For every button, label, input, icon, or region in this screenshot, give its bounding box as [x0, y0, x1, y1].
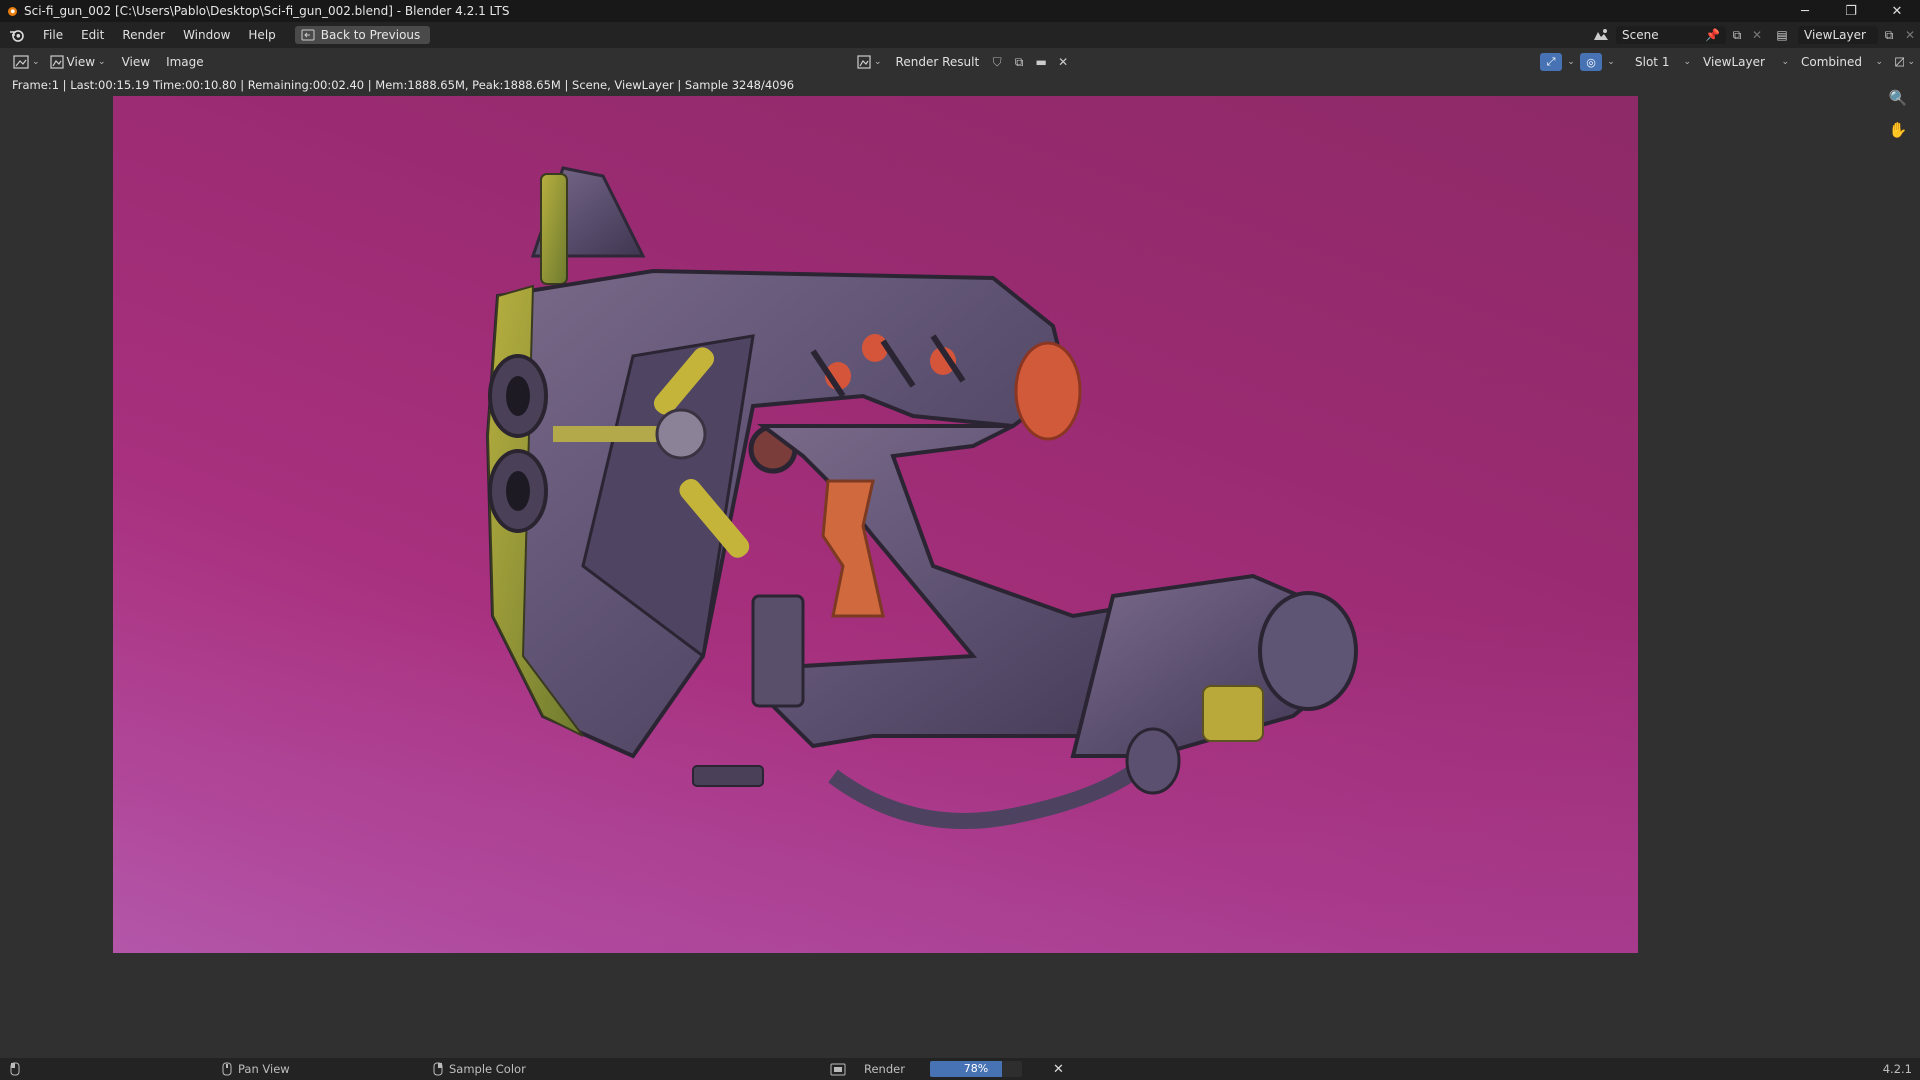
- status-bar: Pan View Sample Color Render 78% ✕ 4.2.1: [0, 1058, 1920, 1080]
- pass-label: Combined: [1801, 55, 1862, 69]
- blender-logo-icon: [8, 7, 17, 16]
- image-browse-icon: [857, 55, 871, 69]
- render-result-image[interactable]: [113, 96, 1638, 953]
- new-scene-icon[interactable]: ⧉: [1726, 28, 1748, 43]
- fake-user-icon[interactable]: ⛉: [988, 55, 1006, 70]
- render-progress-text: 78%: [963, 1062, 989, 1075]
- minimize-button[interactable]: ─: [1782, 0, 1828, 22]
- pan-view-label: Pan View: [238, 1062, 290, 1076]
- scene-name: Scene: [1622, 28, 1659, 42]
- unlink-image-icon[interactable]: ✕: [1054, 55, 1072, 69]
- open-folder-icon[interactable]: ▬: [1032, 55, 1050, 69]
- cancel-render-icon[interactable]: ✕: [1053, 1058, 1064, 1080]
- blender-version: 4.2.1: [1882, 1062, 1912, 1076]
- chevron-down-icon: ⌄: [1875, 57, 1883, 67]
- back-to-previous-label: Back to Previous: [320, 28, 421, 42]
- mouse-middle-icon: [222, 1062, 232, 1076]
- viewlayer-icon[interactable]: ▤: [1766, 28, 1798, 42]
- menu-image[interactable]: Image: [161, 52, 209, 72]
- image-browse-button[interactable]: ⌄: [852, 52, 887, 72]
- chevron-down-icon: ⌄: [1781, 57, 1789, 67]
- overlay-icon[interactable]: ◎: [1580, 53, 1602, 71]
- close-window-button[interactable]: ✕: [1874, 0, 1920, 22]
- chevron-down-icon: ⌄: [1683, 57, 1691, 67]
- new-viewlayer-icon[interactable]: ⧉: [1878, 28, 1900, 43]
- chevron-down-icon: ⌄: [874, 57, 882, 67]
- window-titlebar: Sci-fi_gun_002 [C:\Users\Pablo\Desktop\S…: [0, 0, 1920, 22]
- chevron-down-icon[interactable]: ⌄: [1564, 57, 1578, 67]
- scene-selector[interactable]: Scene 📌: [1616, 26, 1726, 44]
- hand-icon[interactable]: ✋: [1886, 118, 1910, 142]
- layer-dropdown[interactable]: ViewLayer ⌄: [1698, 52, 1794, 72]
- pin-icon[interactable]: 📌: [1705, 28, 1720, 42]
- sci-fi-gun-render: [485, 166, 1358, 829]
- delete-viewlayer-icon[interactable]: ✕: [1900, 28, 1920, 42]
- menu-render[interactable]: Render: [113, 22, 174, 48]
- menu-window[interactable]: Window: [174, 22, 239, 48]
- chevron-down-icon: ⌄: [1907, 57, 1915, 67]
- blender-menu-icon[interactable]: [0, 22, 34, 48]
- slot-label: Slot 1: [1635, 55, 1670, 69]
- menu-help[interactable]: Help: [239, 22, 284, 48]
- render-job-label: Render: [864, 1062, 905, 1076]
- image-editor-header: ⌄ View ⌄ View Image ⌄ Render Result ⛉ ⧉ …: [0, 48, 1920, 76]
- image-name[interactable]: Render Result: [891, 52, 985, 72]
- menu-view[interactable]: View: [117, 52, 155, 72]
- render-status-text: Frame:1 | Last:00:15.19 Time:00:10.80 | …: [12, 78, 795, 92]
- view-mode-label: View: [66, 55, 96, 69]
- render-progress-bar: 78%: [930, 1061, 1022, 1077]
- window-title: Sci-fi_gun_002 [C:\Users\Pablo\Desktop\S…: [24, 4, 510, 18]
- back-to-previous-button[interactable]: Back to Previous: [294, 26, 431, 44]
- pan-view-hint: Pan View: [222, 1058, 290, 1080]
- chevron-down-icon[interactable]: ⌄: [1604, 57, 1618, 67]
- navigation-tools: 🔍 ✋: [1886, 86, 1910, 142]
- chevron-down-icon: ⌄: [98, 57, 106, 67]
- maximize-button[interactable]: ❐: [1828, 0, 1874, 22]
- chevron-down-icon: ⌄: [32, 57, 40, 67]
- image-editor-icon: [13, 55, 29, 69]
- slot-dropdown[interactable]: Slot 1 ⌄: [1630, 52, 1696, 72]
- magnifier-icon[interactable]: 🔍: [1886, 86, 1910, 110]
- mouse-left-icon: [10, 1058, 20, 1080]
- viewlayer-selector[interactable]: ViewLayer: [1798, 26, 1878, 44]
- back-icon: [301, 29, 315, 41]
- display-channels-icon: [1895, 57, 1905, 67]
- render-job: Render: [830, 1058, 905, 1080]
- new-image-icon[interactable]: ⧉: [1010, 55, 1028, 70]
- mouse-right-icon: [433, 1062, 443, 1076]
- pass-dropdown[interactable]: Combined ⌄: [1796, 52, 1888, 72]
- gizmo-icon[interactable]: ⤢: [1540, 53, 1562, 71]
- sample-color-hint: Sample Color: [433, 1058, 526, 1080]
- menu-edit[interactable]: Edit: [72, 22, 113, 48]
- scene-icon[interactable]: [1586, 28, 1616, 42]
- view-mode-icon: [49, 55, 64, 69]
- display-channels-dropdown[interactable]: ⌄: [1890, 52, 1920, 72]
- render-icon: [830, 1063, 846, 1076]
- sample-color-label: Sample Color: [449, 1062, 526, 1076]
- view-mode-dropdown[interactable]: View ⌄: [45, 52, 111, 72]
- menu-file[interactable]: File: [34, 22, 72, 48]
- editor-type-button[interactable]: ⌄: [8, 52, 45, 72]
- viewlayer-name: ViewLayer: [1804, 28, 1866, 42]
- layer-label: ViewLayer: [1703, 55, 1765, 69]
- top-menu-bar: File Edit Render Window Help Back to Pre…: [0, 22, 1920, 48]
- delete-scene-icon[interactable]: ✕: [1748, 28, 1766, 42]
